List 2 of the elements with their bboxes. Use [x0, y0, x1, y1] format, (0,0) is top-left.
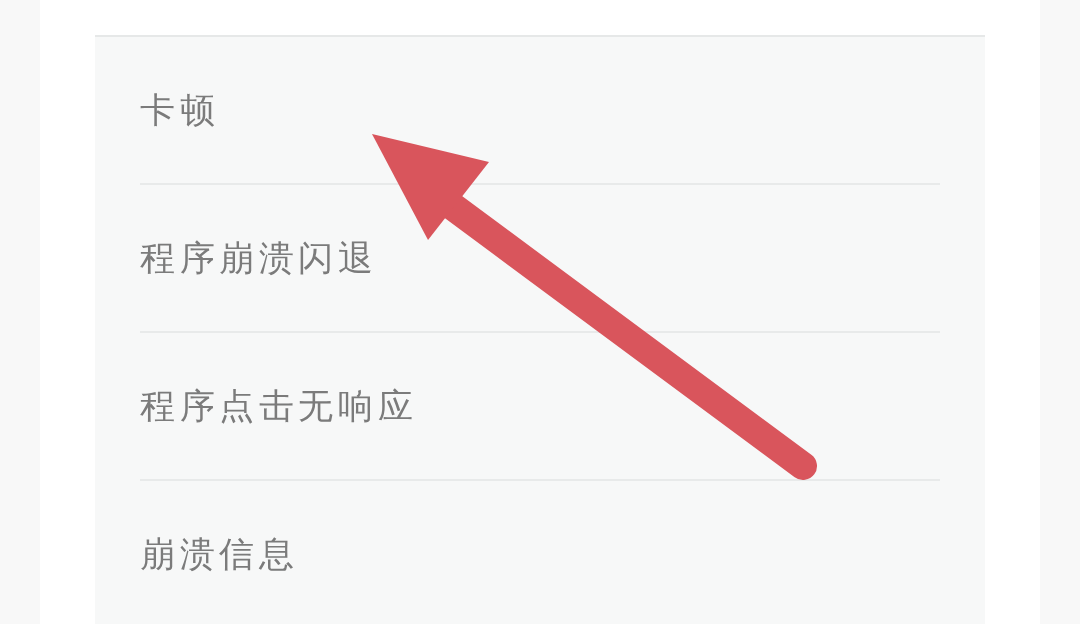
list-item[interactable]: 崩溃信息	[140, 481, 940, 624]
list-item[interactable]: 程序点击无响应	[140, 333, 940, 481]
